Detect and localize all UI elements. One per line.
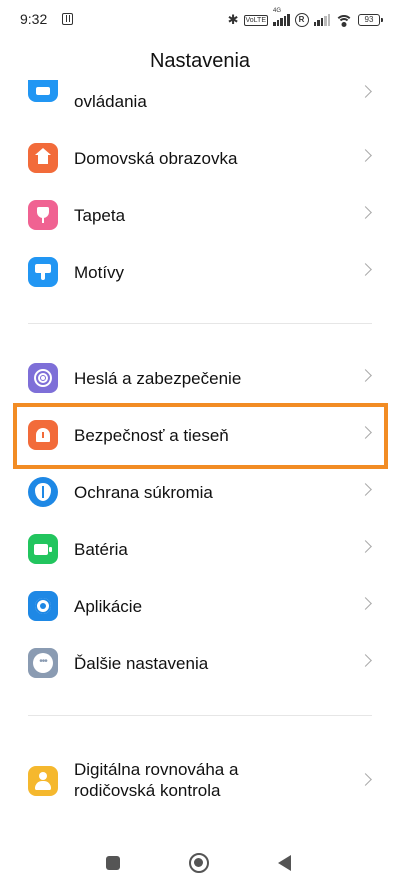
chevron-right-icon: [359, 483, 372, 496]
section-divider: [28, 715, 372, 716]
settings-item-apps[interactable]: Aplikácie: [0, 578, 400, 634]
wifi-icon: [335, 14, 353, 27]
settings-item-label-line1: Digitálna rovnováha a: [74, 760, 239, 779]
gear-icon: [28, 591, 58, 621]
paint-brush-icon: [28, 257, 58, 287]
chevron-right-icon: [359, 597, 372, 610]
recents-button[interactable]: [106, 856, 120, 870]
chevron-right-icon: [359, 540, 372, 553]
chevron-right-icon: [359, 426, 372, 439]
chevron-right-icon: [359, 369, 372, 382]
settings-item-label: Ďalšie nastavenia: [74, 654, 209, 673]
more-dots-icon: [28, 648, 58, 678]
home-button[interactable]: [189, 853, 209, 873]
emergency-bell-icon: [28, 420, 58, 450]
bluetooth-icon: ✱: [227, 12, 239, 27]
chevron-right-icon: [359, 773, 372, 786]
settings-item-game-controls[interactable]: ovládania: [0, 74, 400, 130]
settings-item-label: ovládania: [74, 92, 147, 111]
status-bar: 9:32 ✱ VoLTE 4G R 93: [0, 0, 400, 40]
cell-signal-icon: 4G: [273, 8, 290, 26]
settings-item-label: Batéria: [74, 540, 128, 559]
gamepad-icon: [28, 80, 58, 102]
settings-item-wallpaper[interactable]: Tapeta: [0, 187, 400, 243]
nfc-icon: [62, 13, 73, 25]
settings-item-label: Heslá a zabezpečenie: [74, 369, 242, 388]
settings-item-safety-emergency[interactable]: Bezpečnosť a tieseň: [0, 407, 400, 463]
section-divider: [28, 323, 372, 324]
settings-item-additional-settings[interactable]: Ďalšie nastavenia: [0, 635, 400, 691]
settings-item-digital-wellbeing[interactable]: Digitálna rovnováha a rodičovská kontrol…: [0, 752, 400, 812]
roaming-icon: R: [294, 13, 309, 27]
settings-item-privacy[interactable]: Ochrana súkromia: [0, 464, 400, 520]
settings-item-passwords-security[interactable]: Heslá a zabezpečenie: [0, 350, 400, 406]
settings-item-label: Motívy: [74, 263, 125, 282]
person-icon: [28, 766, 58, 796]
settings-item-label: Tapeta: [74, 206, 126, 225]
settings-item-label: Aplikácie: [74, 597, 143, 616]
status-time: 9:32: [20, 11, 48, 27]
fingerprint-icon: [28, 363, 58, 393]
chevron-right-icon: [359, 149, 372, 162]
tulip-icon: [28, 200, 58, 230]
battery-status-icon: 93: [358, 14, 383, 26]
home-icon: [28, 143, 58, 173]
chevron-right-icon: [359, 263, 372, 276]
privacy-shield-icon: [28, 477, 58, 507]
volte-icon: VoLTE: [243, 14, 268, 26]
settings-item-label-line2: rodičovská kontrola: [74, 781, 221, 800]
settings-item-home-screen[interactable]: Domovská obrazovka: [0, 130, 400, 186]
chevron-right-icon: [359, 206, 372, 219]
cell-signal-2-icon: [313, 14, 330, 26]
page-title: Nastavenia: [149, 50, 251, 72]
settings-item-label: Ochrana súkromia: [74, 483, 213, 502]
battery-icon: [28, 534, 58, 564]
settings-item-battery[interactable]: Batéria: [0, 521, 400, 577]
network-type-label: 4G: [273, 8, 282, 14]
navigation-bar: [0, 839, 400, 889]
settings-item-label: Bezpečnosť a tieseň: [74, 426, 229, 445]
settings-item-label: Domovská obrazovka: [74, 149, 238, 168]
status-icons: ✱ VoLTE 4G R 93: [227, 8, 383, 30]
settings-item-themes[interactable]: Motívy: [0, 244, 400, 300]
chevron-right-icon: [359, 85, 372, 98]
chevron-right-icon: [359, 654, 372, 667]
back-button[interactable]: [278, 855, 291, 871]
